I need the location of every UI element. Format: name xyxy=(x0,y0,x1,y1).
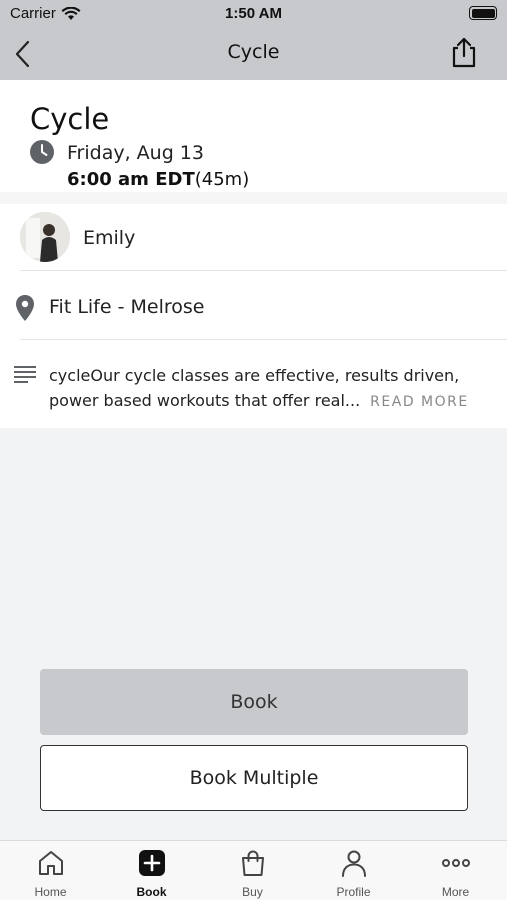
tab-profile-label: Profile xyxy=(336,885,371,899)
battery-icon xyxy=(469,6,497,20)
description-line-2-text: power based workouts that offer real... xyxy=(49,391,361,410)
class-duration: (45m) xyxy=(194,169,250,190)
description-line-1: cycleOur cycle classes are effective, re… xyxy=(49,366,460,385)
location-pin-icon xyxy=(16,295,34,321)
tab-home[interactable]: Home xyxy=(0,841,101,900)
tab-home-label: Home xyxy=(34,885,67,899)
instructor-row[interactable]: Emily xyxy=(20,204,507,271)
tab-buy-label: Buy xyxy=(242,885,263,899)
tab-more-label: More xyxy=(441,885,470,899)
home-icon xyxy=(39,851,63,875)
tab-more[interactable]: More xyxy=(405,841,506,900)
person-icon xyxy=(342,850,366,877)
share-icon[interactable] xyxy=(449,36,479,68)
tab-buy[interactable]: Buy xyxy=(202,841,303,900)
clock-icon xyxy=(30,140,54,164)
location-name: Fit Life - Melrose xyxy=(49,296,205,318)
class-start-time: 6:00 am EDT xyxy=(67,169,195,190)
description-line-2: power based workouts that offer real... R… xyxy=(49,388,469,415)
tab-book-label: Book xyxy=(136,885,167,899)
plus-square-icon xyxy=(139,850,165,876)
class-date: Friday, Aug 13 xyxy=(67,142,204,164)
class-title: Cycle xyxy=(30,102,110,136)
class-description: cycleOur cycle classes are effective, re… xyxy=(49,363,469,415)
book-multiple-button[interactable]: Book Multiple xyxy=(40,745,468,811)
class-details: Emily Fit Life - Melrose cycleOur cycle … xyxy=(0,204,507,428)
nav-title: Cycle xyxy=(227,41,280,63)
tab-profile[interactable]: Profile xyxy=(303,841,404,900)
instructor-avatar xyxy=(20,212,70,262)
tab-book[interactable]: Book xyxy=(101,841,202,900)
read-more-link[interactable]: READ MORE xyxy=(370,394,469,410)
status-bar: Carrier 1:50 AM xyxy=(0,0,507,27)
description-lines-icon xyxy=(14,366,36,383)
tab-bar: Home Book Buy Profile More xyxy=(0,840,507,900)
navigation-bar: Cycle xyxy=(0,27,507,80)
class-time: 6:00 am EDT(45m) xyxy=(67,169,249,190)
ellipsis-icon xyxy=(442,859,470,867)
shopping-bag-icon xyxy=(242,850,264,876)
class-header: Cycle Friday, Aug 13 6:00 am EDT(45m) xyxy=(0,80,507,192)
status-time: 1:50 AM xyxy=(225,5,282,22)
book-button[interactable]: Book xyxy=(40,669,468,735)
section-divider xyxy=(0,192,507,204)
instructor-name: Emily xyxy=(83,227,136,249)
